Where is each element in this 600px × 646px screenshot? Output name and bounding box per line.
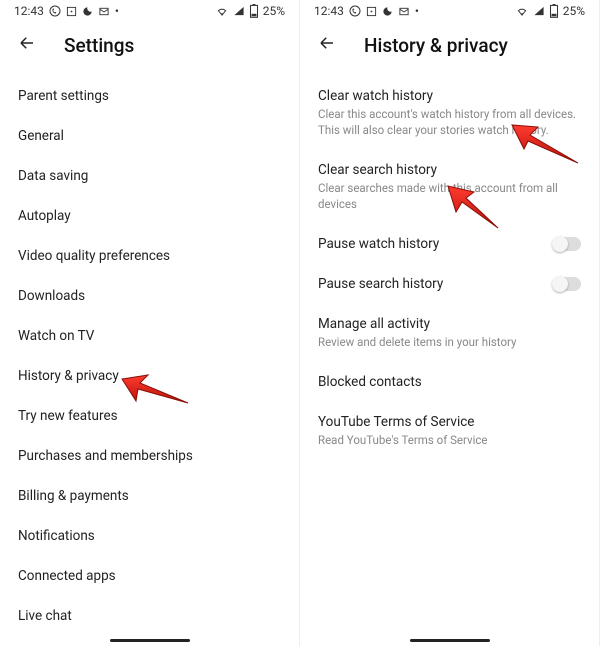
arrow-left-icon [18,34,36,52]
battery-icon [249,4,259,18]
mail-icon [398,6,410,17]
list-item[interactable]: General [18,116,281,156]
moon-icon [382,6,393,17]
screenshot-icon [66,6,77,17]
list-item-label: YouTube Terms of Service [318,414,581,430]
list-item[interactable]: Parent settings [18,76,281,116]
list-item-subtitle: Clear searches made with this account fr… [318,180,581,212]
toggle-switch[interactable] [553,277,581,291]
list-item-label: Connected apps [18,568,116,584]
screen-title: Settings [64,34,134,57]
list-item-label: Notifications [18,528,95,544]
settings-list: Parent settings General Data saving Auto… [0,76,299,646]
history-privacy-list: Clear watch history Clear this account's… [300,76,599,646]
list-item[interactable]: Try new features [18,396,281,436]
battery-pct: 25% [263,4,285,18]
settings-screen: 12:43 • 25% Settings Parent settings Gen… [0,0,300,646]
clock: 12:43 [14,4,44,18]
list-item-label: Autoplay [18,208,71,224]
list-item-label: Live chat [18,608,72,624]
list-item-clear-search-history[interactable]: Clear search history Clear searches made… [318,150,581,224]
list-item-label: Pause watch history [318,236,439,252]
list-item-label: Data saving [18,168,88,184]
list-item[interactable]: Watch on TV [18,316,281,356]
back-button[interactable] [314,30,340,60]
list-item-pause-search-history[interactable]: Pause search history [318,264,581,304]
signal-icon [533,6,545,17]
mail-icon [98,6,110,17]
list-item-pause-watch-history[interactable]: Pause watch history [318,224,581,264]
list-item-label: Clear watch history [318,88,581,104]
list-item-label: Try new features [18,408,118,424]
battery-icon [549,4,559,18]
screen-title: History & privacy [364,34,508,57]
status-bar: 12:43 • 25% [0,0,299,20]
battery-pct: 25% [563,4,585,18]
list-item-blocked-contacts[interactable]: Blocked contacts [318,362,581,402]
list-item[interactable]: Data saving [18,156,281,196]
list-item-label: Pause search history [318,276,443,292]
moon-icon [82,6,93,17]
list-item[interactable]: Notifications [18,516,281,556]
signal-icon [233,6,245,17]
list-item-label: Watch on TV [18,328,94,344]
android-nav-handle[interactable] [110,639,190,642]
list-item[interactable]: Live chat [18,596,281,636]
list-item-label: History & privacy [18,368,119,384]
list-item-manage-all-activity[interactable]: Manage all activity Review and delete it… [318,304,581,362]
whatsapp-icon [349,5,361,17]
list-item-label: General [18,128,64,144]
list-item-subtitle: Clear this account's watch history from … [318,106,581,138]
list-item-subtitle: Review and delete items in your history [318,334,581,350]
history-privacy-screen: 12:43 • 25% History & privacy Clear watc… [300,0,600,646]
list-item[interactable]: Video quality preferences [18,236,281,276]
list-item[interactable]: Billing & payments [18,476,281,516]
list-item-label: Billing & payments [18,488,129,504]
list-item[interactable]: Downloads [18,276,281,316]
back-button[interactable] [14,30,40,60]
list-item-label: Purchases and memberships [18,448,193,464]
list-item[interactable]: Connected apps [18,556,281,596]
list-item-label: Video quality preferences [18,248,170,264]
whatsapp-icon [49,5,61,17]
android-nav-handle[interactable] [410,639,490,642]
toggle-switch[interactable] [553,237,581,251]
list-item-subtitle: Read YouTube's Terms of Service [318,432,581,448]
status-bar: 12:43 • 25% [300,0,599,20]
clock: 12:43 [314,4,344,18]
list-item[interactable]: Autoplay [18,196,281,236]
screenshot-icon [366,6,377,17]
list-item-label: Downloads [18,288,85,304]
list-item-clear-watch-history[interactable]: Clear watch history Clear this account's… [318,76,581,150]
list-item-terms-of-service[interactable]: YouTube Terms of Service Read YouTube's … [318,402,581,460]
list-item[interactable]: Purchases and memberships [18,436,281,476]
more-icon: • [415,4,419,18]
arrow-left-icon [318,34,336,52]
wifi-icon [515,6,529,17]
list-item-history-privacy[interactable]: History & privacy [18,356,281,396]
list-item-label: Parent settings [18,88,109,104]
wifi-icon [215,6,229,17]
list-item-label: Manage all activity [318,316,581,332]
list-item-label: Blocked contacts [318,374,581,390]
list-item-label: Clear search history [318,162,581,178]
more-icon: • [115,4,119,18]
